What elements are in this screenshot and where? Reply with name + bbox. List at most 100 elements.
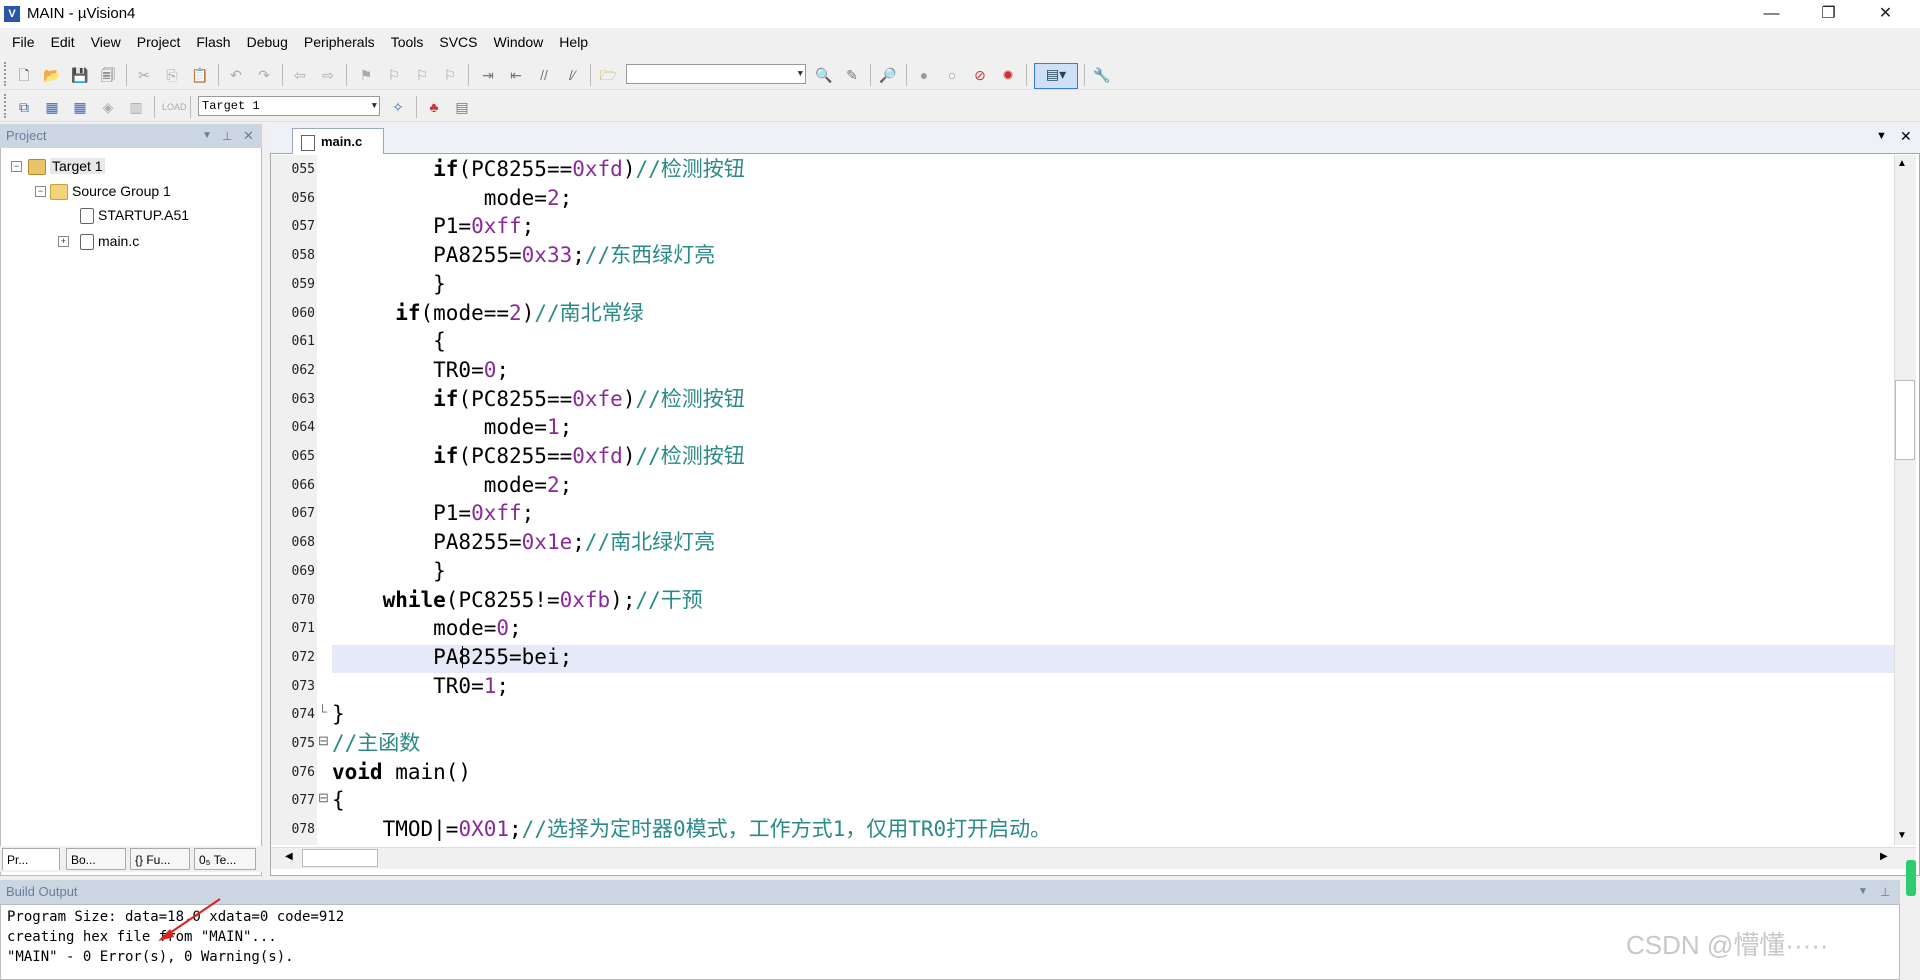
pin-icon[interactable]: ⊥ — [1880, 880, 1890, 904]
menu-help[interactable]: Help — [551, 28, 596, 56]
menu-window[interactable]: Window — [486, 28, 552, 56]
fold-marker-icon[interactable]: └ — [318, 704, 327, 719]
toolbar-grip[interactable] — [4, 62, 10, 86]
scroll-left-icon[interactable]: ◀ — [285, 851, 293, 862]
download-load-icon[interactable]: LOAD — [162, 97, 187, 117]
tab-project[interactable]: Pr... — [2, 848, 60, 870]
comment-icon[interactable]: // — [534, 65, 554, 85]
open-folder-icon[interactable]: 📂 — [42, 65, 62, 85]
restore-button[interactable]: ❐ — [1800, 0, 1857, 28]
code-line[interactable]: PA8255=0x1e;//南北绿灯亮 — [332, 528, 715, 556]
vertical-scrollbar[interactable] — [1894, 155, 1916, 845]
configuration-wrench-icon[interactable]: 🔧 — [1092, 65, 1112, 85]
kill-breakpoints-icon[interactable]: ✹ — [998, 65, 1018, 85]
target-select[interactable]: Target 1 ▼ — [198, 96, 380, 116]
redo-icon[interactable]: ↷ — [254, 65, 274, 85]
tab-books[interactable]: Bo... — [66, 848, 126, 870]
vertical-scroll-thumb[interactable] — [1895, 380, 1915, 460]
expand-file-icon[interactable]: + — [58, 236, 69, 247]
clear-bookmarks-icon[interactable]: ⚐ — [440, 65, 460, 85]
translate-icon[interactable]: ⧉ — [14, 97, 34, 117]
tab-templates[interactable]: 0₅ Te... — [194, 848, 256, 870]
horizontal-scroll-thumb[interactable] — [302, 849, 378, 867]
code-line[interactable]: } — [332, 700, 345, 728]
tab-list-icon[interactable]: ▼ — [1876, 130, 1887, 142]
panel-dropdown-icon[interactable]: ▼ — [1858, 880, 1868, 904]
chevron-down-icon[interactable]: ▼ — [372, 97, 377, 115]
menu-view[interactable]: View — [83, 28, 129, 56]
close-button[interactable]: ✕ — [1857, 0, 1914, 28]
code-line[interactable]: { — [332, 327, 446, 355]
collapse-target-icon[interactable]: − — [11, 161, 22, 172]
start-debug-icon[interactable]: 🔎 — [878, 65, 898, 85]
tree-file-startup[interactable]: STARTUP.A51 — [80, 205, 189, 225]
chevron-down-icon[interactable]: ▼ — [798, 65, 803, 83]
stop-build-icon[interactable]: ▥ — [126, 97, 146, 117]
bookmark-icon[interactable]: ⚑ — [356, 65, 376, 85]
tab-functions[interactable]: {} Fu... — [130, 848, 190, 870]
code-line[interactable]: mode=2; — [332, 184, 573, 212]
manage-components-icon[interactable]: ♣ — [424, 97, 444, 117]
code-line[interactable]: TR0=0; — [332, 356, 509, 384]
next-bookmark-icon[interactable]: ⚐ — [412, 65, 432, 85]
code-line[interactable]: if(PC8255==0xfd)//检测按钮 — [332, 155, 745, 183]
code-line[interactable]: PA8255=bei; — [332, 643, 572, 671]
code-line[interactable]: TMOD|=0X01;//选择为定时器0模式，工作方式1，仅用TR0打开启动。 — [332, 815, 1052, 843]
fold-marker-icon[interactable]: ⊟ — [318, 790, 329, 806]
disable-breakpoints-icon[interactable]: ⊘ — [970, 65, 990, 85]
menu-tools[interactable]: Tools — [383, 28, 432, 56]
cut-icon[interactable]: ✂ — [134, 65, 154, 85]
code-line[interactable]: if(PC8255==0xfd)//检测按钮 — [332, 442, 745, 470]
fold-marker-icon[interactable]: ⊟ — [318, 733, 329, 749]
paste-icon[interactable]: 📋 — [190, 65, 210, 85]
enable-breakpoint-icon[interactable]: ○ — [942, 65, 962, 85]
code-line[interactable]: mode=1; — [332, 413, 573, 441]
code-line[interactable]: //主函数 — [332, 729, 420, 757]
uncomment-icon[interactable]: /⁄ — [562, 65, 582, 85]
scroll-down-icon[interactable]: ▼ — [1897, 830, 1907, 841]
pin-icon[interactable]: ⊥ — [222, 124, 232, 148]
select-device-icon[interactable]: ▤ — [452, 97, 472, 117]
code-line[interactable]: PA8255=0x33;//东西绿灯亮 — [332, 241, 715, 269]
code-line[interactable]: void main() — [332, 758, 471, 786]
tree-target[interactable]: Target 1 — [28, 156, 105, 176]
scroll-up-icon[interactable]: ▲ — [1897, 158, 1907, 169]
rebuild-icon[interactable]: ▦ — [70, 97, 90, 117]
tree-source-group[interactable]: Source Group 1 — [50, 181, 171, 201]
find-in-files-icon[interactable]: 🗁 — [598, 65, 618, 85]
toolbar-grip[interactable] — [4, 94, 10, 118]
code-line[interactable]: mode=0; — [332, 614, 522, 642]
collapse-group-icon[interactable]: − — [35, 186, 46, 197]
panel-dropdown-icon[interactable]: ▼ — [202, 124, 212, 148]
navigate-back-icon[interactable]: ⇦ — [290, 65, 310, 85]
save-icon[interactable]: 💾 — [70, 65, 90, 85]
target-options-icon[interactable]: ✧ — [388, 97, 408, 117]
code-line[interactable]: { — [332, 786, 345, 814]
code-line[interactable]: P1=0xff; — [332, 212, 534, 240]
copy-icon[interactable]: ⎘ — [162, 65, 182, 85]
prev-bookmark-icon[interactable]: ⚐ — [384, 65, 404, 85]
undo-icon[interactable]: ↶ — [226, 65, 246, 85]
save-all-icon[interactable]: 🗐 — [98, 65, 118, 85]
new-file-icon[interactable]: 🗋 — [14, 65, 34, 85]
panel-close-icon[interactable]: ✕ — [243, 124, 254, 148]
menu-file[interactable]: File — [0, 28, 43, 56]
menu-peripherals[interactable]: Peripherals — [296, 28, 383, 56]
menu-edit[interactable]: Edit — [43, 28, 83, 56]
code-line[interactable]: while(PC8255!=0xfb);//干预 — [332, 586, 703, 614]
code-line[interactable]: if(PC8255==0xfe)//检测按钮 — [332, 385, 745, 413]
code-line[interactable]: } — [332, 557, 446, 585]
window-layout-icon[interactable]: ▤▾ — [1034, 63, 1078, 89]
menu-debug[interactable]: Debug — [239, 28, 296, 56]
code-line[interactable]: TR0=1; — [332, 672, 509, 700]
find-icon[interactable]: 🔍 — [814, 65, 834, 85]
code-line[interactable]: mode=2; — [332, 471, 573, 499]
incremental-find-icon[interactable]: ✎ — [842, 65, 862, 85]
tab-main-c[interactable]: main.c — [292, 128, 384, 154]
code-line[interactable]: } — [332, 270, 446, 298]
unindent-icon[interactable]: ⇤ — [506, 65, 526, 85]
insert-breakpoint-icon[interactable]: ● — [914, 65, 934, 85]
menu-project[interactable]: Project — [129, 28, 189, 56]
scroll-right-icon[interactable]: ▶ — [1880, 851, 1888, 862]
minimize-button[interactable]: — — [1743, 0, 1800, 28]
